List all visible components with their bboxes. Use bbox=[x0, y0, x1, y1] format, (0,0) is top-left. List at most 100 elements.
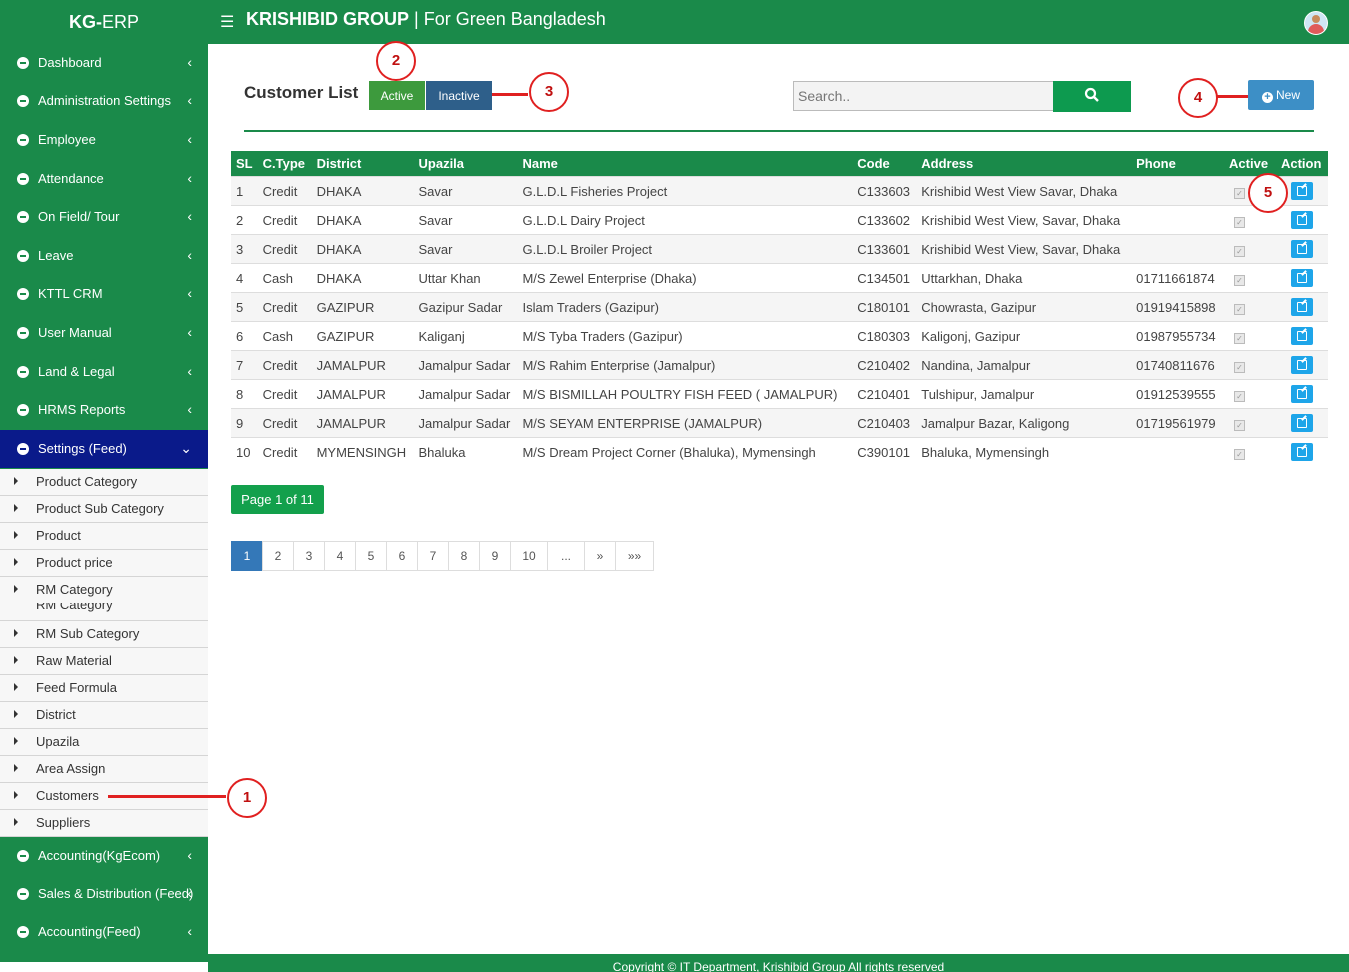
active-checkbox[interactable]: ✓ bbox=[1234, 332, 1246, 344]
sidebar-item-label: HRMS Reports bbox=[38, 402, 126, 417]
cell-district: DHAKA bbox=[311, 263, 414, 293]
edit-icon[interactable] bbox=[1290, 385, 1313, 403]
column-header-code[interactable]: Code bbox=[852, 151, 917, 177]
active-filter-button[interactable]: Active bbox=[369, 81, 425, 110]
cell-address: Krishibid West View Savar, Dhaka bbox=[916, 176, 1132, 206]
cell-district: DHAKA bbox=[311, 176, 414, 206]
page-link-1[interactable]: 1 bbox=[231, 541, 263, 571]
active-checkbox[interactable]: ✓ bbox=[1234, 448, 1246, 460]
edit-icon[interactable] bbox=[1290, 443, 1313, 461]
sidebar-item-hrms-reports[interactable]: HRMS Reports ‹ bbox=[0, 391, 208, 429]
submenu-item-district[interactable]: District bbox=[0, 702, 208, 729]
sidebar-item-label: Accounting(Feed) bbox=[38, 924, 141, 939]
new-customer-button[interactable]: + New bbox=[1248, 80, 1314, 110]
inactive-filter-button[interactable]: Inactive bbox=[426, 81, 492, 110]
caret-right-icon bbox=[14, 737, 18, 745]
page-link-10[interactable]: 10 bbox=[510, 541, 548, 571]
edit-icon[interactable] bbox=[1290, 414, 1313, 432]
cell-phone bbox=[1131, 234, 1225, 264]
customer-table: SL C.Type District Upazila Name Code Address Ph… bbox=[231, 151, 1328, 466]
submenu-item-rm-sub-category[interactable]: RM Sub Category bbox=[0, 621, 208, 648]
submenu-item-label: Product Category bbox=[36, 474, 138, 489]
edit-icon[interactable] bbox=[1290, 269, 1313, 287]
submenu-item-feed-formula[interactable]: Feed Formula bbox=[0, 675, 208, 702]
active-checkbox[interactable]: ✓ bbox=[1234, 361, 1246, 373]
page-link-8[interactable]: 8 bbox=[448, 541, 480, 571]
sidebar-item-settings-feed[interactable]: Settings (Feed) ⌄ bbox=[0, 430, 208, 468]
page-link-7[interactable]: 7 bbox=[417, 541, 449, 571]
page-link-13[interactable]: »» bbox=[615, 541, 654, 571]
edit-icon[interactable] bbox=[1290, 327, 1313, 345]
cell-ctype: Credit bbox=[257, 350, 312, 380]
chevron-left-icon: ‹ bbox=[187, 847, 192, 863]
search-button[interactable] bbox=[1053, 81, 1131, 112]
callout-5: 5 bbox=[1248, 173, 1288, 213]
cell-sl: 3 bbox=[231, 234, 258, 264]
caret-right-icon bbox=[14, 764, 18, 772]
edit-icon[interactable] bbox=[1290, 240, 1313, 258]
cell-code: C133601 bbox=[852, 234, 917, 264]
page-link-3[interactable]: 3 bbox=[293, 541, 325, 571]
active-checkbox[interactable]: ✓ bbox=[1234, 419, 1246, 431]
sidebar-item-administration-settings[interactable]: Administration Settings ‹ bbox=[0, 82, 208, 120]
page-link-5[interactable]: 5 bbox=[355, 541, 387, 571]
sidebar-item-employee[interactable]: Employee ‹ bbox=[0, 121, 208, 159]
active-checkbox[interactable]: ✓ bbox=[1234, 303, 1246, 315]
submenu-item-label: District bbox=[36, 707, 76, 722]
active-checkbox[interactable]: ✓ bbox=[1234, 390, 1246, 402]
page-link-4[interactable]: 4 bbox=[324, 541, 356, 571]
edit-icon[interactable] bbox=[1290, 298, 1313, 316]
page-link-2[interactable]: 2 bbox=[262, 541, 294, 571]
sidebar-item-sales-distribution-feed[interactable]: Sales & Distribution (Feed) ‹ bbox=[0, 875, 208, 913]
sidebar-item-accounting-kgecom[interactable]: Accounting(KgEcom) ‹ bbox=[0, 837, 208, 875]
sidebar-item-dashboard[interactable]: Dashboard ‹ bbox=[0, 44, 208, 82]
page-link-11[interactable]: ... bbox=[547, 541, 585, 571]
submenu-item-product-price[interactable]: Product price bbox=[0, 550, 208, 577]
active-checkbox[interactable]: ✓ bbox=[1234, 216, 1246, 228]
sidebar-item-attendance[interactable]: Attendance ‹ bbox=[0, 160, 208, 198]
page-link-12[interactable]: » bbox=[584, 541, 616, 571]
submenu-item-product-sub-category[interactable]: Product Sub Category bbox=[0, 496, 208, 523]
column-header-district[interactable]: District bbox=[311, 151, 414, 177]
active-checkbox[interactable]: ✓ bbox=[1234, 187, 1246, 199]
submenu-item-rm-category[interactable]: RM Category bbox=[0, 577, 208, 604]
hamburger-icon[interactable]: ☰ bbox=[220, 12, 234, 32]
cell-district: MYMENSINGH bbox=[311, 437, 414, 466]
sidebar-item-accounting-feed[interactable]: Accounting(Feed) ‹ bbox=[0, 913, 208, 951]
sidebar-item-land-legal[interactable]: Land & Legal ‹ bbox=[0, 353, 208, 391]
cell-phone: 01987955734 bbox=[1131, 321, 1225, 351]
column-header-upazila[interactable]: Upazila bbox=[413, 151, 518, 177]
chevron-left-icon: ‹ bbox=[187, 324, 192, 340]
active-checkbox[interactable]: ✓ bbox=[1234, 274, 1246, 286]
edit-icon[interactable] bbox=[1290, 182, 1313, 200]
search-input[interactable] bbox=[793, 81, 1055, 111]
sidebar-item-user-manual[interactable]: User Manual ‹ bbox=[0, 314, 208, 352]
page-link-9[interactable]: 9 bbox=[479, 541, 511, 571]
user-avatar-icon[interactable] bbox=[1304, 11, 1328, 35]
sidebar-item-leave[interactable]: Leave ‹ bbox=[0, 237, 208, 275]
page-link-6[interactable]: 6 bbox=[386, 541, 418, 571]
submenu-item-raw-material[interactable]: Raw Material bbox=[0, 648, 208, 675]
submenu-item-suppliers[interactable]: Suppliers bbox=[0, 810, 208, 837]
submenu-item-product[interactable]: Product bbox=[0, 523, 208, 550]
submenu-item-upazila[interactable]: Upazila bbox=[0, 729, 208, 756]
submenu-item-area-assign[interactable]: Area Assign bbox=[0, 756, 208, 783]
column-header-c-type[interactable]: C.Type bbox=[257, 151, 312, 177]
active-checkbox[interactable]: ✓ bbox=[1234, 245, 1246, 257]
column-header-action[interactable]: Action bbox=[1275, 151, 1328, 177]
app-logo[interactable]: KG-ERP bbox=[0, 0, 208, 44]
column-header-address[interactable]: Address bbox=[916, 151, 1132, 177]
cell-action bbox=[1275, 350, 1328, 380]
edit-icon[interactable] bbox=[1290, 356, 1313, 374]
column-header-phone[interactable]: Phone bbox=[1131, 151, 1225, 177]
minus-circle-icon bbox=[17, 173, 29, 185]
sidebar-item-on-field-tour[interactable]: On Field/ Tour ‹ bbox=[0, 198, 208, 236]
edit-icon[interactable] bbox=[1290, 211, 1313, 229]
chevron-left-icon: ‹ bbox=[187, 54, 192, 70]
minus-circle-icon bbox=[17, 211, 29, 223]
column-header-name[interactable]: Name bbox=[517, 151, 853, 177]
sidebar-item-kttl-crm[interactable]: KTTL CRM ‹ bbox=[0, 275, 208, 313]
cell-name: M/S BISMILLAH POULTRY FISH FEED ( JAMALP… bbox=[517, 379, 853, 409]
column-header-sl[interactable]: SL bbox=[231, 151, 258, 177]
submenu-item-product-category[interactable]: Product Category bbox=[0, 469, 208, 496]
